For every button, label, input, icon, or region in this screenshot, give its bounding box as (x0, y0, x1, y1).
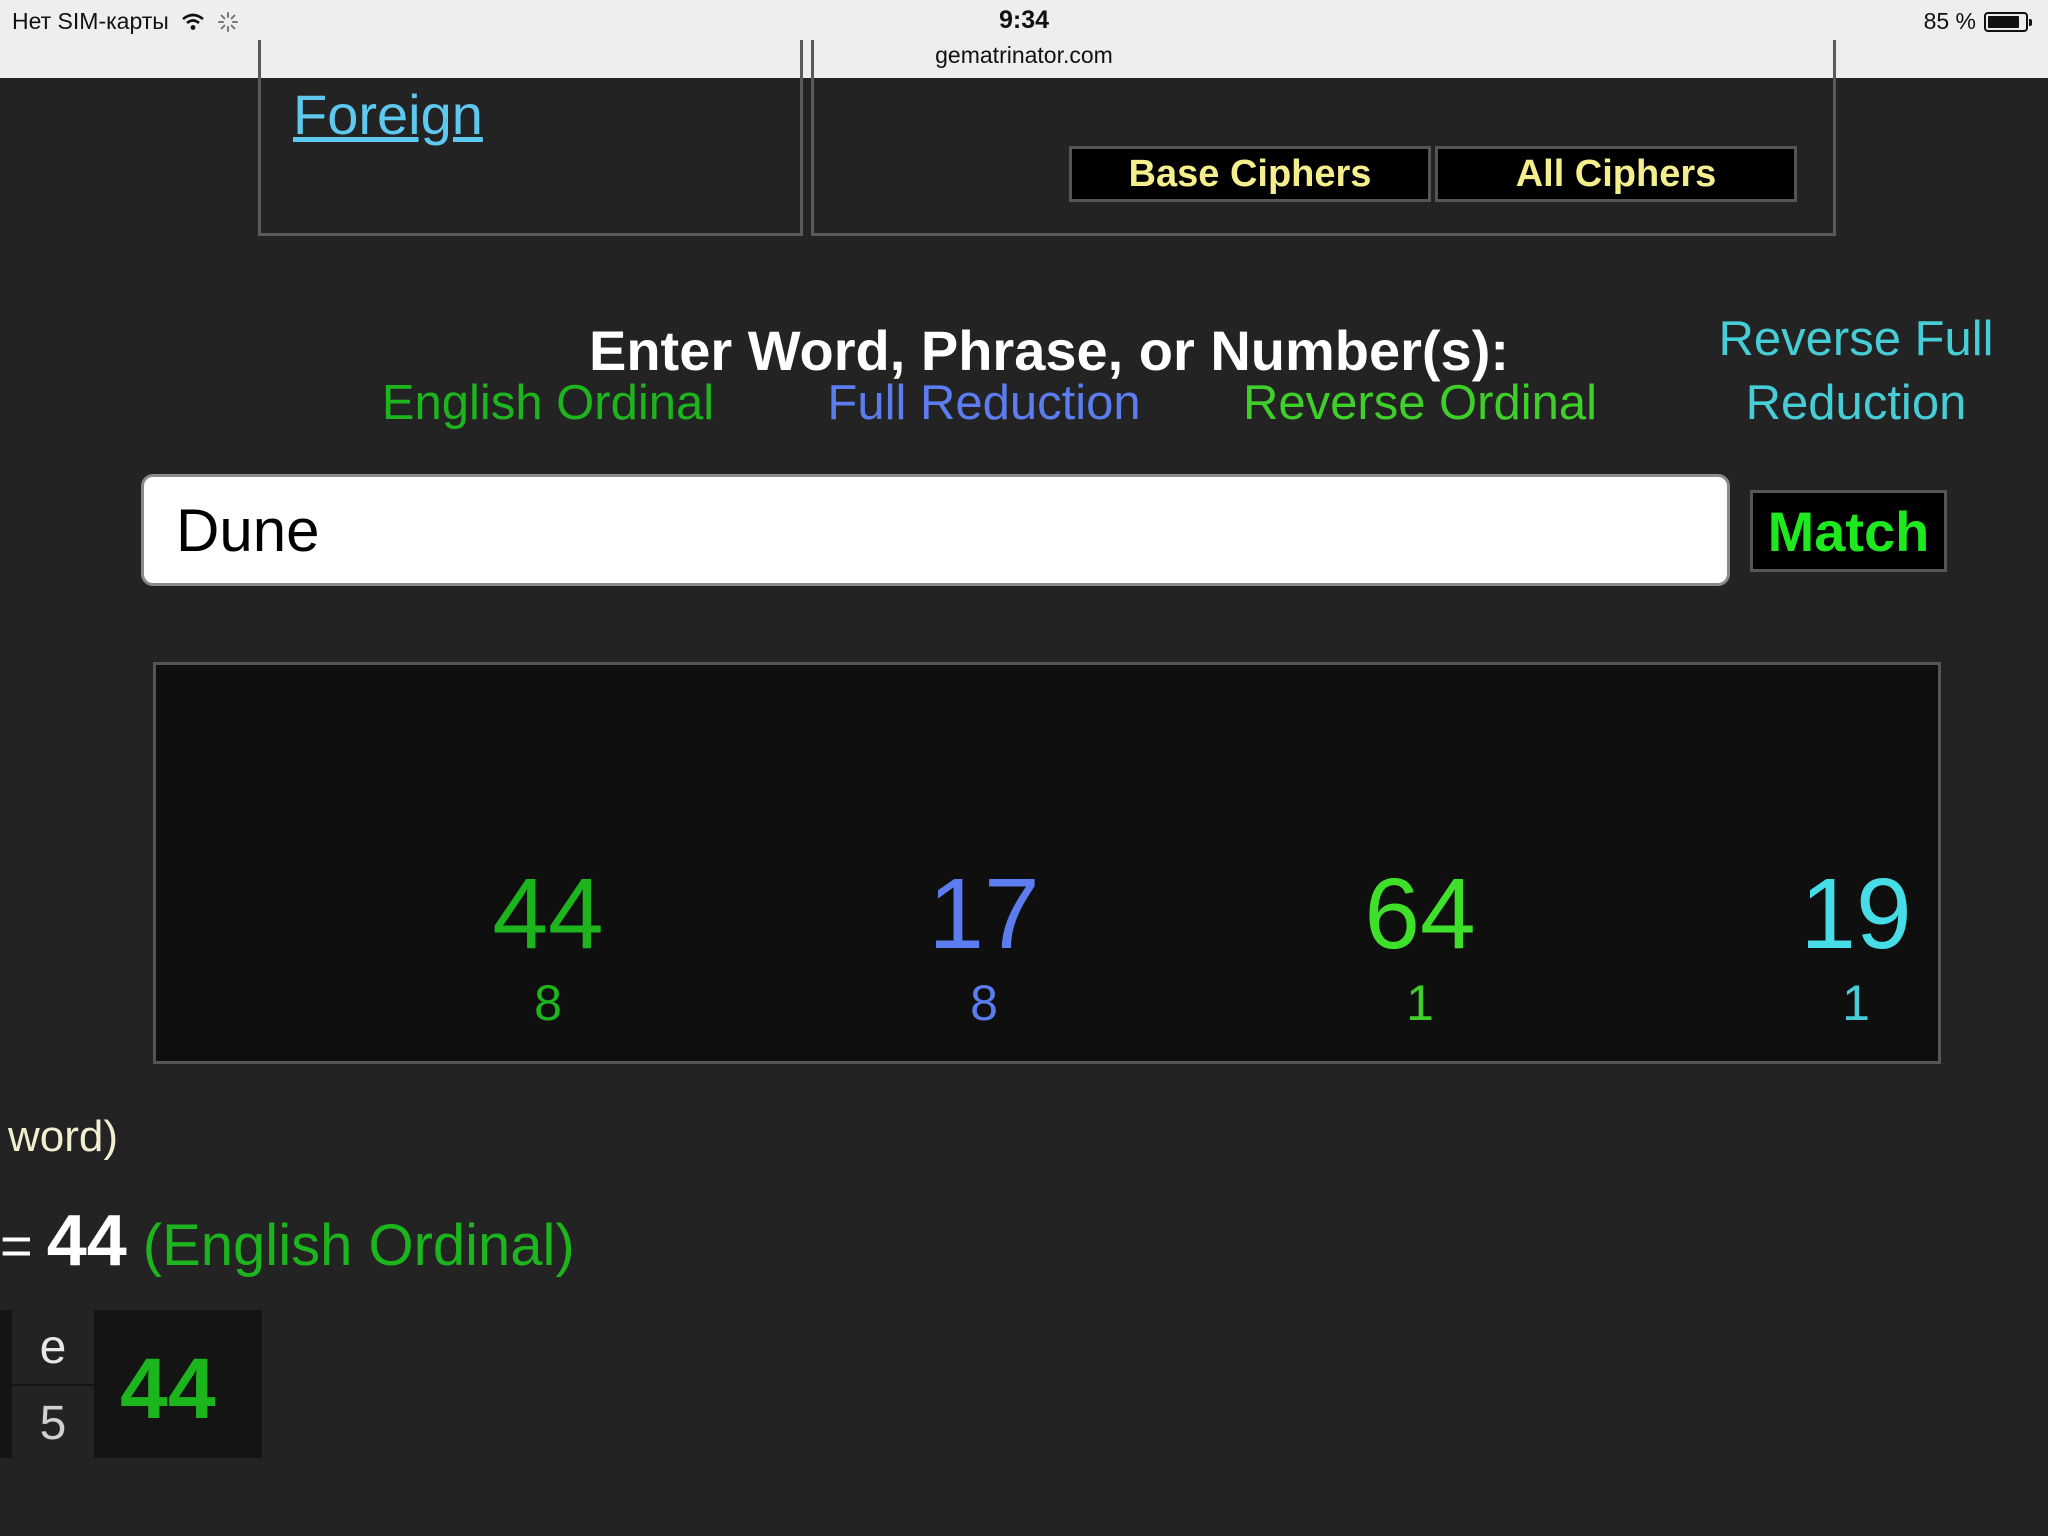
cipher-reduction: 8 (534, 975, 562, 1031)
results-panel: English Ordinal 44 8 Full Reduction 17 8… (153, 312, 1994, 1064)
all-ciphers-button[interactable]: All Ciphers (1435, 146, 1797, 202)
base-ciphers-button[interactable]: Base Ciphers (1069, 146, 1431, 202)
cipher-reduction: 1 (1842, 975, 1870, 1031)
breakdown-total: 44 (120, 1341, 216, 1437)
cipher-name: English Ordinal (381, 376, 715, 430)
cipher-value: 64 (1364, 858, 1476, 970)
battery-tip (2029, 18, 2032, 26)
equals-sign: = (0, 1214, 33, 1277)
phrase-input[interactable] (141, 474, 1730, 586)
battery-level (1988, 15, 2019, 28)
sum-value: 44 (46, 1201, 127, 1281)
sum-cipher-name: (English Ordinal) (142, 1213, 575, 1278)
cipher-reduction: 1 (1406, 975, 1434, 1031)
letter-cell: e (12, 1310, 94, 1384)
letter-value: 5 (39, 1397, 67, 1450)
letter-char: e (39, 1321, 67, 1374)
sum-line: = 44 (English Ordinal) (0, 1200, 575, 1282)
letter-value-cell: 5 (12, 1386, 94, 1458)
nav-box-right (811, 40, 1836, 236)
battery-percent: 85 % (1923, 8, 1976, 34)
cipher-value: 19 (1800, 858, 1912, 970)
cipher-reduction: 8 (970, 975, 998, 1031)
status-time: 9:34 (998, 6, 1050, 34)
cipher-name: Reverse Full Reduction (1718, 312, 1994, 430)
cipher-value: 17 (928, 858, 1040, 970)
cipher-name: Reverse Ordinal (1242, 376, 1598, 430)
cipher-name: Full Reduction (827, 376, 1141, 430)
word-count-label: word) (8, 1112, 119, 1161)
letter-breakdown-table: e 5 44 (0, 1310, 262, 1458)
match-button[interactable]: Match (1750, 490, 1947, 572)
status-right: 85 % (1923, 8, 2032, 35)
foreign-link[interactable]: Foreign (293, 82, 483, 147)
battery-icon (1984, 11, 2032, 32)
cipher-value: 44 (492, 858, 604, 970)
